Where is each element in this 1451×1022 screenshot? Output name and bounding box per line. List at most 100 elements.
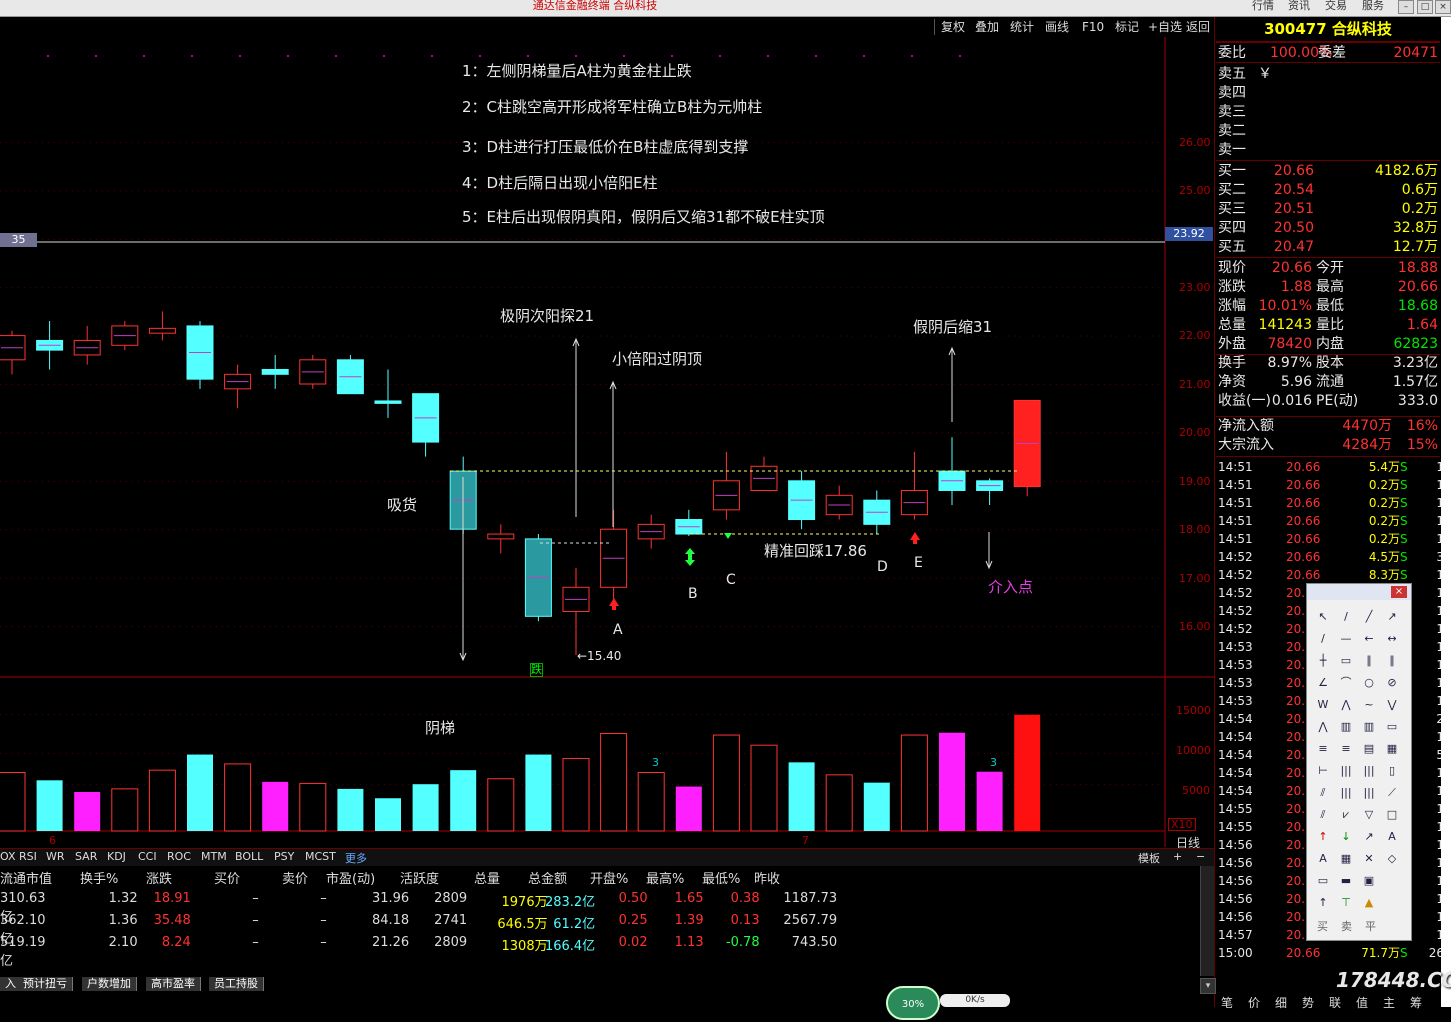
draw-tool-icon[interactable] bbox=[1384, 896, 1400, 910]
draw-tool-icon[interactable]: ▦ bbox=[1338, 852, 1354, 866]
draw-tool-icon[interactable]: ▥ bbox=[1361, 720, 1377, 734]
draw-tool-icon[interactable]: ╱ bbox=[1361, 610, 1377, 624]
draw-tool-icon[interactable]: A bbox=[1315, 852, 1331, 866]
table-header[interactable]: 买价 bbox=[214, 868, 240, 887]
draw-tool-icon[interactable]: ||| bbox=[1338, 786, 1354, 800]
tab-sar[interactable]: SAR bbox=[75, 850, 97, 863]
zoom-in-icon[interactable]: + bbox=[1173, 850, 1182, 863]
table-header[interactable]: 最高% bbox=[646, 868, 684, 887]
toolbar-diejia[interactable]: 叠加 bbox=[975, 18, 999, 36]
draw-tool-icon[interactable]: ▭ bbox=[1338, 654, 1354, 668]
template-button[interactable]: 模板 bbox=[1138, 850, 1160, 866]
draw-tool-icon[interactable]: ✕ bbox=[1361, 852, 1377, 866]
draw-tool-icon[interactable] bbox=[1384, 874, 1400, 888]
draw-tool-icon[interactable]: ||| bbox=[1338, 764, 1354, 778]
tab-psy[interactable]: PSY bbox=[274, 850, 294, 863]
tab-mtm[interactable]: MTM bbox=[201, 850, 227, 863]
draw-tool-icon[interactable]: ▦ bbox=[1384, 742, 1400, 756]
toolbar-huaxian[interactable]: 画线 bbox=[1045, 18, 1069, 36]
draw-tool-icon[interactable]: ⟋ bbox=[1384, 786, 1400, 800]
table-scrollbar[interactable] bbox=[1200, 866, 1215, 976]
scroll-down-icon[interactable]: ▾ bbox=[1200, 978, 1216, 994]
drawtool-sell[interactable]: 卖 bbox=[1341, 918, 1352, 934]
kline-chart[interactable] bbox=[0, 37, 1214, 847]
draw-tool-icon[interactable]: ⋀ bbox=[1315, 720, 1331, 734]
draw-tool-icon[interactable]: W bbox=[1315, 698, 1331, 712]
draw-tool-icon[interactable]: ← bbox=[1361, 632, 1377, 646]
stock-code-name[interactable]: 300477 合纵科技 bbox=[1216, 17, 1440, 42]
table-header[interactable]: 最低% bbox=[702, 868, 740, 887]
table-header[interactable]: 昨收 bbox=[754, 868, 780, 887]
menu-hangqing[interactable]: 行情 bbox=[1252, 0, 1274, 12]
draw-tool-icon[interactable]: ||| bbox=[1361, 764, 1377, 778]
draw-tool-icon[interactable]: ⊘ bbox=[1384, 676, 1400, 690]
draw-tool-icon[interactable]: ↔ bbox=[1384, 632, 1400, 646]
draw-tool-icon[interactable]: ▣ bbox=[1361, 874, 1377, 888]
draw-tool-icon[interactable]: ~ bbox=[1361, 698, 1377, 712]
draw-tool-icon[interactable]: ↑ bbox=[1315, 830, 1331, 844]
draw-tool-icon[interactable]: ⫽ bbox=[1315, 808, 1331, 822]
draw-tool-icon[interactable]: ○ bbox=[1361, 676, 1377, 690]
right-tab[interactable]: 价 bbox=[1248, 994, 1260, 1011]
draw-tool-icon[interactable]: ↑ bbox=[1315, 896, 1331, 910]
draw-tool-icon[interactable]: ⊤ bbox=[1338, 896, 1354, 910]
tab-roc[interactable]: ROC bbox=[167, 850, 191, 863]
toolbar-biaoji[interactable]: 标记 bbox=[1115, 18, 1139, 36]
drawtool-close-icon[interactable]: × bbox=[1391, 586, 1407, 598]
draw-tool-icon[interactable]: ||| bbox=[1361, 786, 1377, 800]
tab-kdj[interactable]: KDJ bbox=[107, 850, 126, 863]
draw-tool-icon[interactable]: A bbox=[1384, 830, 1400, 844]
draw-tool-icon[interactable]: ⩗ bbox=[1338, 808, 1354, 822]
table-header[interactable]: 活跃度 bbox=[400, 868, 439, 887]
bottom-tab[interactable]: 高市盈率 bbox=[146, 977, 201, 991]
toolbar-fuquan[interactable]: 复权 bbox=[941, 18, 965, 36]
right-tab[interactable]: 联 bbox=[1329, 994, 1341, 1011]
table-header[interactable]: 流通市值 bbox=[0, 868, 52, 887]
toolbar-fanhui[interactable]: 返回 bbox=[1186, 18, 1210, 36]
draw-tool-icon[interactable]: ◇ bbox=[1384, 852, 1400, 866]
draw-tool-icon[interactable]: / bbox=[1315, 632, 1331, 646]
toolbar-zixuan[interactable]: +自选 bbox=[1148, 18, 1182, 36]
right-tab[interactable]: 细 bbox=[1275, 994, 1287, 1011]
right-tab[interactable]: 筹 bbox=[1410, 994, 1422, 1011]
draw-tool-icon[interactable]: ∠ bbox=[1315, 676, 1331, 690]
draw-tool-icon[interactable]: ⌒ bbox=[1338, 676, 1354, 690]
draw-tool-icon[interactable]: ↖ bbox=[1315, 610, 1331, 624]
tab-boll[interactable]: BOLL bbox=[235, 850, 263, 863]
draw-tool-icon[interactable]: ∥ bbox=[1361, 654, 1377, 668]
draw-tool-icon[interactable]: / bbox=[1338, 610, 1354, 624]
table-header[interactable]: 开盘% bbox=[590, 868, 628, 887]
drawtool-buy[interactable]: 买 bbox=[1317, 918, 1328, 934]
draw-tool-icon[interactable]: ⋁ bbox=[1384, 698, 1400, 712]
tab-wr[interactable]: WR bbox=[46, 850, 65, 863]
table-header[interactable]: 换手% bbox=[80, 868, 118, 887]
draw-tool-icon[interactable]: ┼ bbox=[1315, 654, 1331, 668]
toolbar-tongji[interactable]: 统计 bbox=[1010, 18, 1034, 36]
drawing-toolbox[interactable]: × ↖ / ╱ ↗ / — ← ↔ ┼ ▭ ∥ ∥ ∠ ⌒ ○ ⊘ W ⋀ ~ ⋁ ⋀ ▥ ▥ ▭ ≡ ≡ ▤ ▦ ⊢ ||| ||| ▯ ⫽ |… bbox=[1306, 583, 1412, 941]
maximize-icon[interactable]: □ bbox=[1417, 0, 1433, 14]
zoom-out-icon[interactable]: − bbox=[1196, 850, 1205, 863]
draw-tool-icon[interactable]: ▭ bbox=[1384, 720, 1400, 734]
menu-fuwu[interactable]: 服务 bbox=[1362, 0, 1384, 12]
draw-tool-icon[interactable]: ↗ bbox=[1384, 610, 1400, 624]
menu-zixun[interactable]: 资讯 bbox=[1288, 0, 1310, 12]
menu-jiaoyi[interactable]: 交易 bbox=[1325, 0, 1347, 12]
draw-tool-icon[interactable]: ▭ bbox=[1315, 874, 1331, 888]
draw-tool-icon[interactable]: ≡ bbox=[1338, 742, 1354, 756]
right-tab[interactable]: 笔 bbox=[1221, 994, 1233, 1011]
table-header[interactable]: 总金额 bbox=[528, 868, 567, 887]
draw-tool-icon[interactable]: ≡ bbox=[1315, 742, 1331, 756]
draw-tool-icon[interactable]: ↗ bbox=[1361, 830, 1377, 844]
draw-tool-icon[interactable]: ⫽ bbox=[1315, 786, 1331, 800]
table-header[interactable]: 总量 bbox=[474, 868, 500, 887]
tab-ox[interactable]: OX bbox=[0, 850, 16, 863]
draw-tool-icon[interactable]: ▲ bbox=[1361, 896, 1377, 910]
draw-tool-icon[interactable]: ▯ bbox=[1384, 764, 1400, 778]
draw-tool-icon[interactable]: ⋀ bbox=[1338, 698, 1354, 712]
toolbar-f10[interactable]: F10 bbox=[1082, 18, 1104, 36]
bottom-tab[interactable]: 预计扭亏 bbox=[18, 977, 73, 991]
table-header[interactable]: 市盈(动) bbox=[326, 868, 375, 887]
draw-tool-icon[interactable]: ▬ bbox=[1338, 874, 1354, 888]
draw-tool-icon[interactable]: ↓ bbox=[1338, 830, 1354, 844]
minimize-icon[interactable]: – bbox=[1398, 0, 1414, 14]
